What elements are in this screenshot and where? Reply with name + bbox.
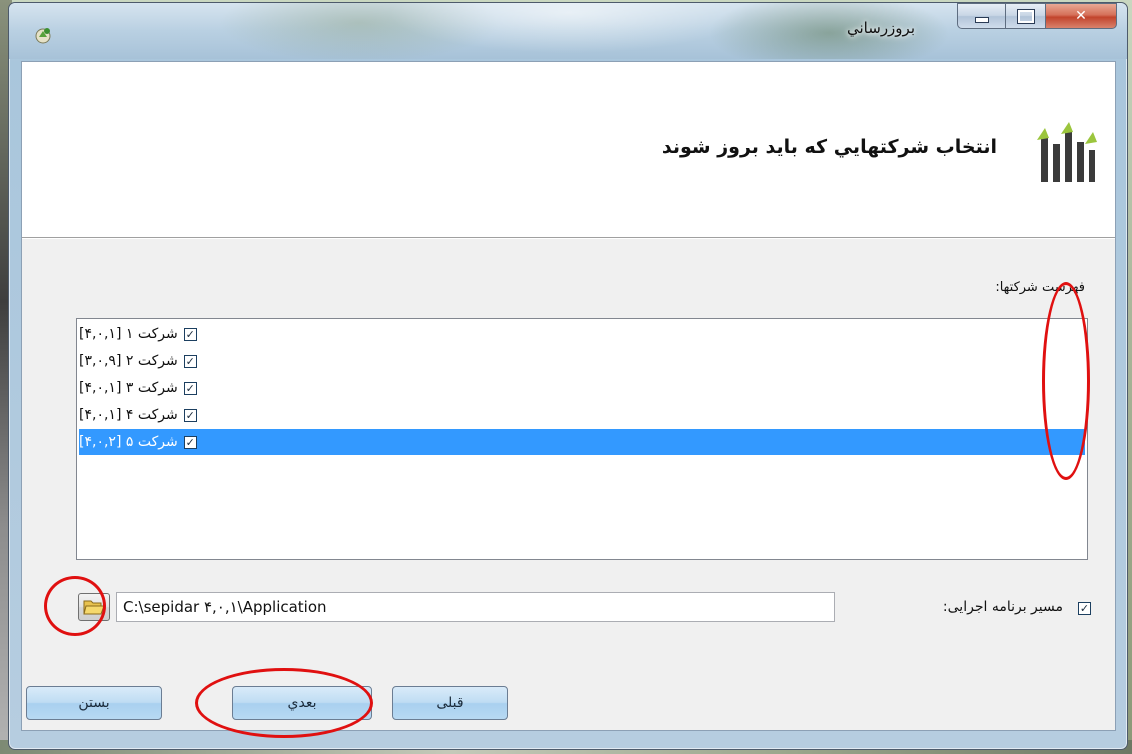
app-update-icon xyxy=(35,28,51,44)
list-item[interactable]: ✓ شرکت ۴ [۴,۰,۱] xyxy=(79,402,1085,428)
company-checkbox[interactable]: ✓ xyxy=(183,354,197,368)
list-item[interactable]: ✓ شرکت ۲ [۳,۰,۹] xyxy=(79,348,1085,374)
list-item[interactable]: ✓ شرکت ۳ [۴,۰,۱] xyxy=(79,375,1085,401)
company-checkbox[interactable]: ✓ xyxy=(183,381,197,395)
minimize-icon xyxy=(974,17,989,23)
list-item[interactable]: ✓ شرکت ۱ [۴,۰,۱] xyxy=(79,321,1085,347)
maximize-button[interactable] xyxy=(1005,3,1045,29)
browse-folder-button[interactable] xyxy=(78,593,110,621)
close-icon: ✕ xyxy=(1075,8,1087,24)
page-title: انتخاب شركتهايي كه بايد بروز شوند xyxy=(661,136,997,158)
company-name: شرکت ۱ [۴,۰,۱] xyxy=(79,326,178,342)
wizard-content: انتخاب شركتهايي كه بايد بروز شوند فهرست … xyxy=(21,61,1116,731)
update-wizard-window: بروزرساني ✕ انتخاب شركتهايي كه بايد بروز… xyxy=(8,2,1128,750)
exe-path-label: مسیر برنامه اجرایی: xyxy=(942,599,1063,615)
title-bar[interactable]: بروزرساني ✕ xyxy=(9,3,1127,59)
close-window-button[interactable]: ✕ xyxy=(1045,3,1117,29)
company-name: شرکت ۴ [۴,۰,۱] xyxy=(79,407,178,423)
close-button[interactable]: بستن xyxy=(26,686,162,720)
company-checkbox[interactable]: ✓ xyxy=(183,327,197,341)
company-checkbox[interactable]: ✓ xyxy=(183,408,197,422)
maximize-icon xyxy=(1016,8,1035,24)
next-button[interactable]: بعدي xyxy=(232,686,372,720)
company-name: شرکت ۵ [۴,۰,۲] xyxy=(79,434,178,450)
company-name: شرکت ۳ [۴,۰,۱] xyxy=(79,380,178,396)
wizard-header: انتخاب شركتهايي كه بايد بروز شوند xyxy=(22,62,1115,238)
exe-path-input[interactable] xyxy=(116,592,835,622)
window-title: بروزرساني xyxy=(847,19,915,37)
list-item-selected[interactable]: ✓ شرکت ۵ [۴,۰,۲] xyxy=(79,429,1085,455)
company-name: شرکت ۲ [۳,۰,۹] xyxy=(79,353,178,369)
folder-open-icon xyxy=(83,600,105,615)
sepidar-logo xyxy=(1037,122,1097,182)
exe-path-checkbox[interactable]: ✓ xyxy=(1078,602,1091,615)
prev-button[interactable]: قبلی xyxy=(392,686,508,720)
window-controls: ✕ xyxy=(957,3,1117,31)
companies-label: فهرست شركتها: xyxy=(995,280,1085,295)
header-divider xyxy=(22,238,1115,239)
company-checkbox[interactable]: ✓ xyxy=(183,435,197,449)
companies-list[interactable]: ✓ شرکت ۱ [۴,۰,۱] ✓ شرکت ۲ [۳,۰,۹] ✓ شرکت… xyxy=(76,318,1088,560)
minimize-button[interactable] xyxy=(957,3,1005,29)
